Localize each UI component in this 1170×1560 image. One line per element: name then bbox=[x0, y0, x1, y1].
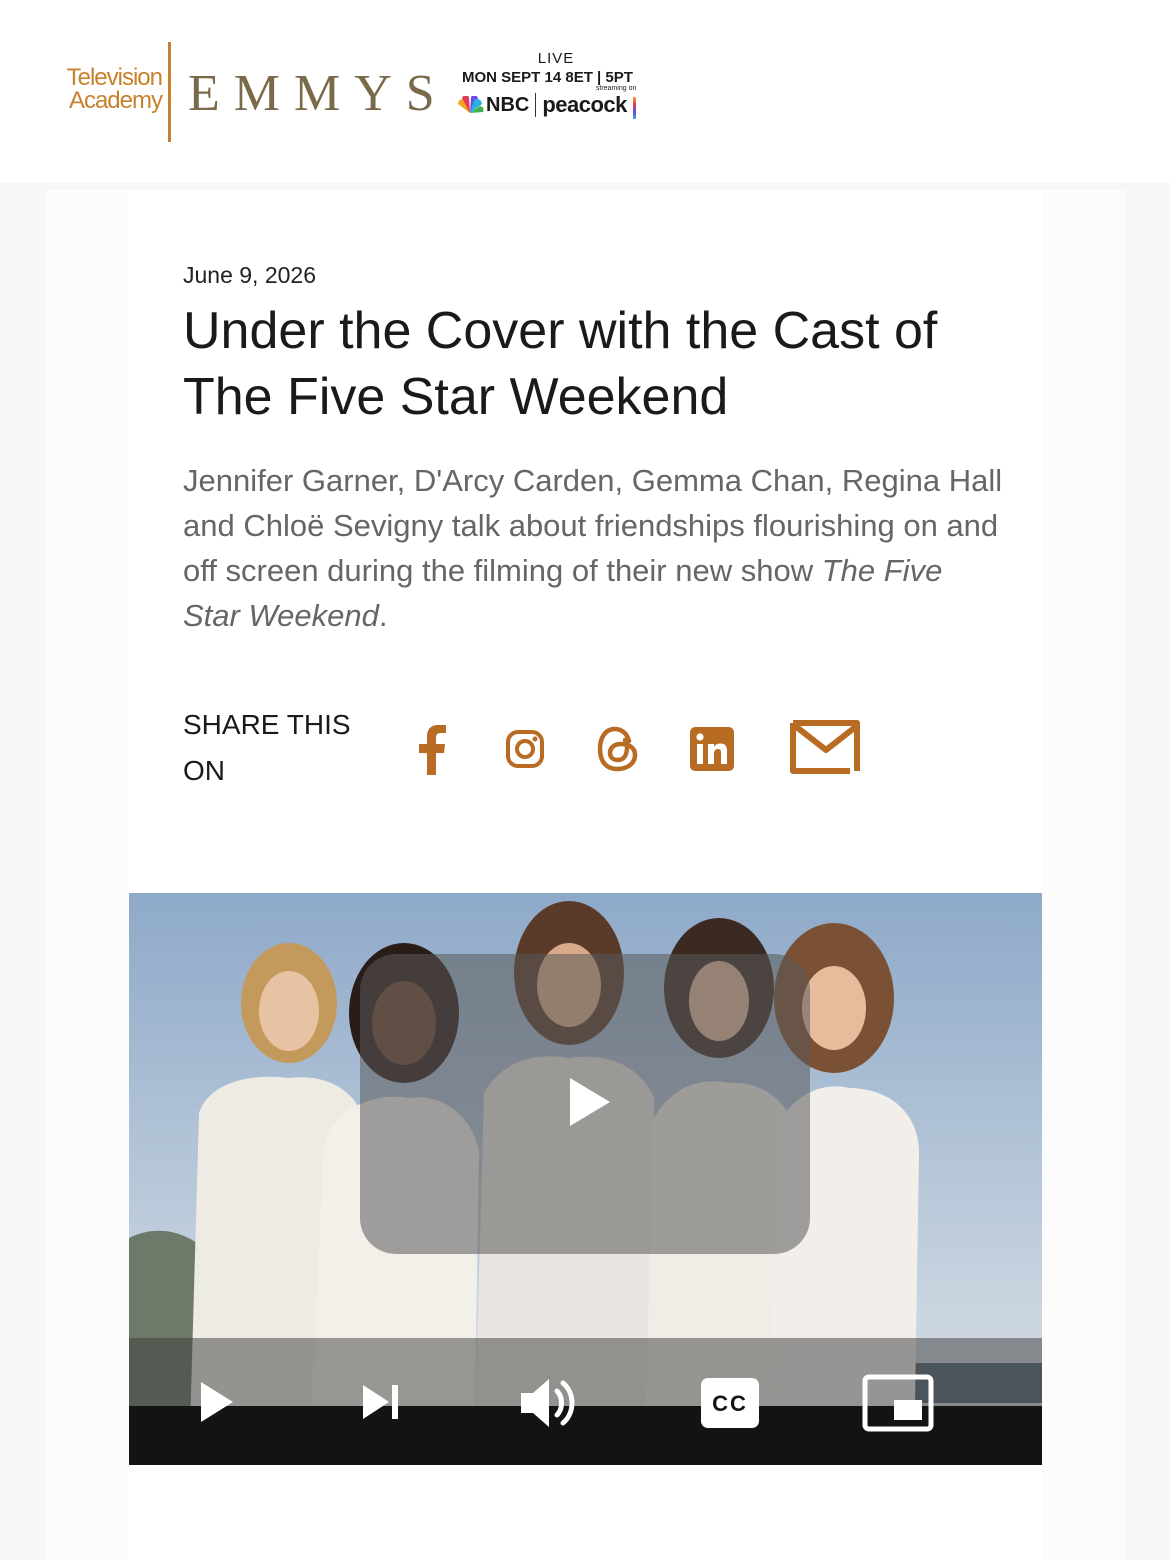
broadcast-banner: LIVE MON SEPT 14 8ET | 5PT NBC streaming… bbox=[456, 50, 656, 119]
logo-line-1: Television bbox=[66, 64, 163, 91]
article-dek: Jennifer Garner, D'Arcy Carden, Gemma Ch… bbox=[183, 458, 1003, 638]
streaming-on-label: streaming on bbox=[595, 85, 637, 92]
email-icon[interactable] bbox=[790, 717, 862, 775]
peacock-color-bar bbox=[633, 96, 637, 119]
logo-divider bbox=[168, 42, 171, 142]
threads-icon[interactable] bbox=[596, 725, 640, 773]
volume-icon[interactable] bbox=[519, 1375, 579, 1431]
network-logos: NBC streaming on peacock bbox=[456, 85, 656, 119]
play-icon[interactable] bbox=[199, 1380, 235, 1424]
article-title: Under the Cover with the Cast of The Fiv… bbox=[183, 302, 938, 426]
facebook-icon[interactable] bbox=[416, 725, 448, 775]
closed-captions-icon[interactable]: CC bbox=[701, 1378, 759, 1428]
television-academy-logo[interactable]: Television Academy bbox=[44, 64, 163, 114]
dek-end: . bbox=[378, 598, 388, 633]
nbc-peacock-icon bbox=[456, 95, 484, 114]
site-header: Television Academy EMMYS LIVE MON SEPT 1… bbox=[0, 0, 1170, 183]
peacock-wordmark: peacock bbox=[542, 92, 627, 117]
big-play-button[interactable] bbox=[360, 954, 810, 1254]
network-separator bbox=[535, 93, 537, 118]
share-label: SHARE THIS ON bbox=[183, 709, 351, 786]
peacock-logo: streaming on peacock bbox=[542, 85, 637, 119]
emmys-logo[interactable]: EMMYS bbox=[188, 66, 449, 122]
next-icon[interactable] bbox=[361, 1383, 401, 1421]
article-date: June 9, 2026 bbox=[183, 262, 317, 288]
picture-in-picture-icon[interactable] bbox=[862, 1374, 934, 1432]
logo-line-2: Academy bbox=[68, 87, 163, 114]
big-play-icon bbox=[570, 1078, 610, 1126]
cc-label: CC bbox=[712, 1391, 748, 1416]
live-label: LIVE bbox=[537, 50, 575, 67]
nbc-logo: NBC bbox=[486, 93, 530, 116]
linkedin-icon[interactable] bbox=[690, 727, 734, 771]
video-player[interactable]: CC bbox=[129, 893, 1042, 1465]
instagram-icon[interactable] bbox=[505, 729, 545, 769]
